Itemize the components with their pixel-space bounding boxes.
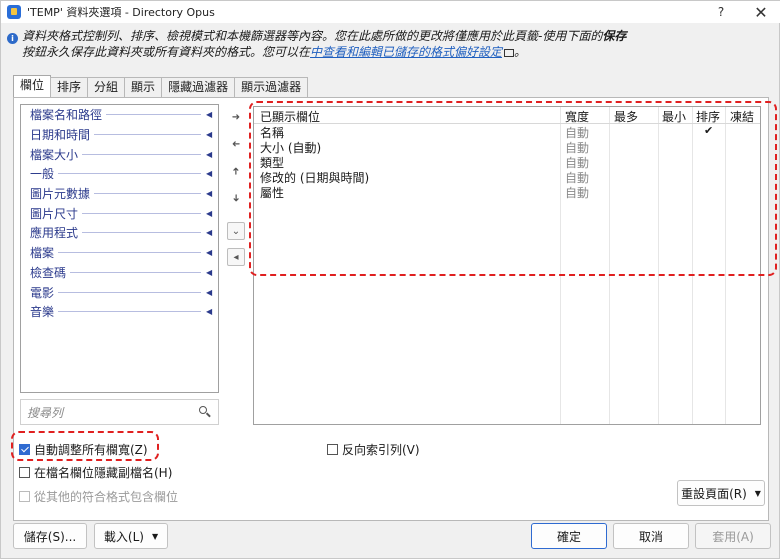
apply-button: 套用(A) bbox=[695, 523, 771, 549]
checkbox-checked-icon bbox=[19, 444, 30, 455]
reverse-index-checkbox[interactable]: 反向索引列(V) bbox=[327, 441, 420, 458]
collapse-icon: ◀ bbox=[206, 267, 213, 277]
help-button[interactable]: ? bbox=[701, 1, 741, 23]
checkbox-icon bbox=[19, 491, 30, 502]
collapse-icon: ◀ bbox=[206, 189, 213, 199]
save-button[interactable]: 儲存(S)... bbox=[13, 523, 87, 549]
chevron-down-icon: ▼ bbox=[754, 488, 761, 498]
info-icon: i bbox=[7, 33, 18, 44]
header-sort[interactable]: 排序 bbox=[696, 108, 720, 125]
include-other-formats-checkbox: 從其他的符合格式包含欄位 bbox=[19, 488, 178, 505]
sort-check-icon: ✔ bbox=[704, 124, 714, 137]
collapse-icon: ◀ bbox=[206, 228, 213, 238]
displayed-columns-table[interactable]: 已顯示欄位 寬度 最多 最小 排序 凍結 名稱 自動 ✔ 大小 (自動) 自動 … bbox=[253, 106, 761, 425]
checkbox-icon bbox=[19, 467, 30, 478]
tab-columns[interactable]: 欄位 bbox=[13, 75, 52, 97]
header-freeze[interactable]: 凍結 bbox=[730, 108, 754, 125]
header-width[interactable]: 寬度 bbox=[565, 108, 589, 125]
tab-group[interactable]: 分組 bbox=[87, 77, 126, 97]
available-fields-list[interactable]: 檔案名和路徑 ◀ 日期和時間 ◀ 檔案大小 ◀ 一般 ◀ 圖片元數據 ◀ 圖片尺寸 ◀ 應用… bbox=[20, 104, 219, 393]
title-bar: 'TEMP' 資料夾選項 - Directory Opus ? ✕ bbox=[1, 1, 780, 23]
field-category[interactable]: 檔案大小 ◀ bbox=[21, 144, 218, 164]
header-max[interactable]: 最多 bbox=[614, 108, 638, 125]
field-category[interactable]: 電影 ◀ bbox=[21, 282, 218, 302]
field-category[interactable]: 音樂 ◀ bbox=[21, 302, 218, 322]
search-placeholder: 搜尋列 bbox=[27, 405, 64, 420]
collapse-icon: ◀ bbox=[206, 149, 213, 159]
info-bold-save: 保存 bbox=[602, 29, 627, 43]
field-category[interactable]: 檔案名和路徑 ◀ bbox=[21, 105, 218, 125]
table-row[interactable]: 修改的 (日期與時間) 自動 bbox=[254, 169, 760, 185]
hide-extension-checkbox[interactable]: 在檔名欄位隱藏副檔名(H) bbox=[19, 464, 172, 481]
table-row[interactable]: 類型 自動 bbox=[254, 154, 760, 170]
search-columns-input[interactable]: 搜尋列 bbox=[20, 399, 219, 425]
ok-button[interactable]: 確定 bbox=[531, 523, 607, 549]
column-options-icon[interactable]: ⌄ bbox=[227, 222, 245, 240]
collapse-icon: ◀ bbox=[206, 169, 213, 179]
checkbox-icon bbox=[327, 444, 338, 455]
remove-column-arrow-icon[interactable]: ➜ bbox=[227, 135, 245, 153]
header-min[interactable]: 最小 bbox=[662, 108, 686, 125]
table-header: 已顯示欄位 寬度 最多 最小 排序 凍結 bbox=[254, 107, 760, 124]
collapse-icon: ◀ bbox=[206, 110, 213, 120]
tab-sort[interactable]: 排序 bbox=[50, 77, 89, 97]
info-text-3: 。 bbox=[514, 45, 527, 59]
add-column-arrow-icon[interactable]: ➜ bbox=[227, 108, 245, 126]
collapse-icon: ◀ bbox=[206, 248, 213, 258]
directory-opus-icon bbox=[7, 5, 21, 19]
table-row[interactable]: 屬性 自動 bbox=[254, 184, 760, 200]
format-prefs-link[interactable]: 中查看和編輯已儲存的格式偏好設定 bbox=[310, 45, 502, 59]
move-up-arrow-icon[interactable]: ➜ bbox=[227, 162, 245, 180]
tab-show-filter[interactable]: 顯示過濾器 bbox=[234, 77, 309, 97]
collapse-icon: ◀ bbox=[206, 287, 213, 297]
table-row[interactable]: 名稱 自動 ✔ bbox=[254, 124, 760, 140]
header-displayed-columns[interactable]: 已顯示欄位 bbox=[260, 108, 320, 125]
search-icon[interactable] bbox=[196, 403, 214, 421]
collapse-icon: ◀ bbox=[206, 307, 213, 317]
info-text-2: 按鈕永久保存此資料夾或所有資料夾的格式。您可以在 bbox=[22, 45, 311, 59]
reset-page-button[interactable]: 重設頁面(R) ▼ bbox=[677, 480, 765, 506]
collapse-icon: ◀ bbox=[206, 208, 213, 218]
field-category[interactable]: 一般 ◀ bbox=[21, 164, 218, 184]
close-button[interactable]: ✕ bbox=[741, 1, 780, 23]
chevron-down-icon: ▼ bbox=[151, 531, 159, 541]
window-icon bbox=[504, 49, 515, 57]
field-category[interactable]: 圖片元數據 ◀ bbox=[21, 184, 218, 204]
tab-display[interactable]: 顯示 bbox=[124, 77, 163, 97]
field-category[interactable]: 圖片尺寸 ◀ bbox=[21, 203, 218, 223]
load-button[interactable]: 載入(L) ▼ bbox=[94, 523, 168, 549]
tab-strip: 欄位 排序 分組 顯示 隱藏過濾器 顯示過濾器 bbox=[13, 75, 309, 97]
collapse-icon: ◀ bbox=[206, 130, 213, 140]
tab-hide-filter[interactable]: 隱藏過濾器 bbox=[161, 77, 236, 97]
folder-options-window: 'TEMP' 資料夾選項 - Directory Opus ? ✕ i 資料夾格式… bbox=[0, 0, 780, 559]
auto-size-columns-checkbox[interactable]: 自動調整所有欄寬(Z) bbox=[19, 441, 148, 458]
info-text-1: 資料夾格式控制列、排序、檢視模式和本機篩選器等內容。您在此處所做的更改將僅應用於… bbox=[22, 29, 603, 43]
window-title: 'TEMP' 資料夾選項 - Directory Opus bbox=[27, 6, 215, 19]
info-panel: i 資料夾格式控制列、排序、檢視模式和本機篩選器等內容。您在此處所做的更改將僅應用… bbox=[7, 28, 767, 60]
field-category[interactable]: 日期和時間 ◀ bbox=[21, 125, 218, 145]
move-down-arrow-icon[interactable]: ➜ bbox=[227, 189, 245, 207]
table-row[interactable]: 大小 (自動) 自動 bbox=[254, 139, 760, 155]
field-category[interactable]: 應用程式 ◀ bbox=[21, 223, 218, 243]
field-category[interactable]: 檢查碼 ◀ bbox=[21, 263, 218, 283]
cancel-button[interactable]: 取消 bbox=[613, 523, 689, 549]
collapse-all-icon[interactable]: ◂ bbox=[227, 248, 245, 266]
field-category[interactable]: 檔案 ◀ bbox=[21, 243, 218, 263]
